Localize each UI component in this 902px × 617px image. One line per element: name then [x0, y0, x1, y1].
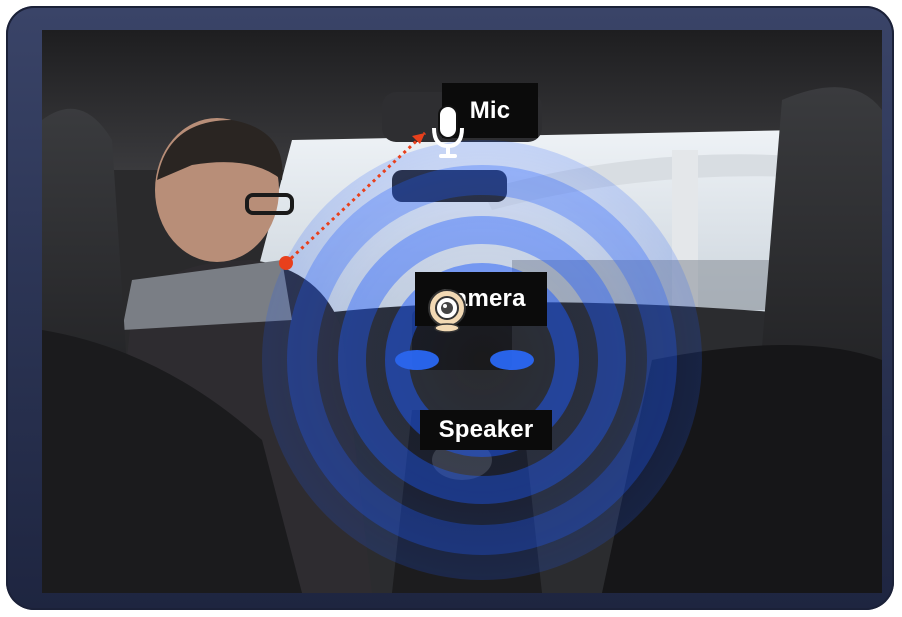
- car-interior-photo: Mic Camera Speaker: [42, 30, 882, 593]
- sound-waves: [262, 140, 702, 580]
- microphone-icon: [432, 105, 464, 158]
- mic-pointer-dot: [279, 256, 293, 270]
- speaker-label: Speaker: [420, 410, 552, 450]
- webcam-icon: [428, 289, 466, 333]
